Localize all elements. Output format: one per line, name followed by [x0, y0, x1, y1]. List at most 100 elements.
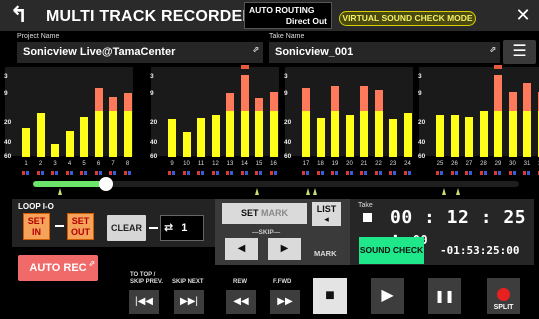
ffwd-label: F.FWD	[273, 279, 292, 285]
loop-io-label: LOOP I-O	[18, 202, 54, 211]
meter-bar-low	[22, 128, 30, 157]
mark-skip-prev-button[interactable]: ◀	[225, 238, 258, 260]
close-icon[interactable]: ✕	[510, 3, 536, 27]
meter-bar-high	[494, 74, 502, 111]
meter-channel: 27	[465, 65, 473, 177]
channel-status-dot	[306, 171, 309, 175]
meter-channel: 11	[197, 65, 205, 177]
take-name-field[interactable]: Sonicview_001 ⬀	[269, 42, 500, 63]
channel-status-dot	[259, 171, 262, 175]
channel-number: 25	[436, 161, 444, 167]
meter-bar-low	[240, 110, 249, 157]
channel-status-dot	[345, 171, 349, 175]
rew-button[interactable]: ◀◀	[226, 290, 256, 314]
channel-number: 27	[465, 161, 473, 167]
play-button[interactable]: ▶	[371, 278, 404, 314]
rew-label: REW	[233, 279, 247, 285]
meter-scale-label: 60	[150, 152, 158, 160]
channel-number: 12	[212, 161, 219, 167]
meter-bar-high	[523, 83, 531, 111]
meter-scale-label: 60	[284, 152, 292, 160]
pause-button[interactable]: ❚❚	[428, 278, 461, 314]
stop-button[interactable]: ■	[313, 278, 347, 314]
mark-label: MARK	[314, 249, 337, 258]
channel-number: 29	[494, 161, 502, 167]
channel-status-dot	[98, 171, 102, 175]
list-label: LIST	[316, 204, 337, 214]
channel-status-dot	[483, 171, 487, 175]
split-button[interactable]: SPLIT	[487, 278, 520, 314]
meter-scale-label: 3	[284, 73, 288, 80]
list-arrow-icon: ◂	[324, 214, 329, 224]
meter-scale-label: 3	[418, 73, 422, 80]
auto-routing-box[interactable]: AUTO ROUTING Direct Out	[244, 2, 332, 29]
meter-bar-low	[65, 130, 74, 157]
channel-status-dot	[22, 171, 25, 175]
meter-bar-high	[226, 93, 234, 111]
channel-number: 21	[360, 161, 368, 167]
set-out-button[interactable]: SET OUT	[67, 213, 94, 240]
channel-number: 26	[451, 161, 458, 167]
set-mark-label: SET	[240, 208, 259, 218]
sound-check-button[interactable]: SOUND CHECK	[359, 237, 424, 264]
meter-bar-low	[197, 118, 205, 157]
clear-button[interactable]: CLEAR	[107, 215, 146, 241]
meter-channel: 6	[94, 65, 103, 177]
to-top-button[interactable]: |◀◀	[129, 290, 159, 314]
pause-icon: ❚❚	[434, 289, 455, 303]
header-bar: ↰ MULTI TRACK RECORDER AUTO ROUTING Dire…	[0, 0, 539, 31]
channel-status-dot	[127, 171, 131, 175]
channel-status-dot	[197, 171, 200, 175]
meter-bar-low	[389, 119, 397, 157]
meter-channel: 2	[36, 65, 45, 177]
auto-rec-button[interactable]: AUTO REC ⬀	[18, 255, 98, 281]
repeat-button[interactable]: ⇄ 1	[160, 215, 204, 241]
meter-bar-low	[331, 110, 339, 157]
back-arrow-icon[interactable]: ↰	[6, 2, 32, 28]
meter-channel: 30	[508, 65, 517, 177]
channel-status-dot	[527, 171, 530, 175]
channel-number: 24	[404, 161, 411, 167]
stop-icon: ■	[325, 287, 335, 304]
meter-bar-low	[316, 118, 325, 157]
meter-channel: 12	[211, 65, 220, 177]
channel-number: 28	[480, 161, 487, 167]
meter-bar-high	[94, 88, 103, 111]
mark-list-button[interactable]: LIST ◂	[312, 202, 341, 226]
channel-status-dot	[498, 171, 501, 175]
skip-text: SKIP	[258, 229, 274, 236]
mark-marker	[312, 188, 317, 195]
channel-status-dot	[302, 171, 305, 175]
prev-triangle-icon: ◀	[237, 243, 246, 254]
channel-number: 15	[255, 161, 263, 167]
meter-bar-low	[51, 143, 59, 157]
meter-bar-high	[360, 86, 368, 111]
mark-skip-next-button[interactable]: ▶	[268, 238, 301, 260]
channel-status-dot	[454, 171, 458, 175]
level-meters: 3 9 20 40 60 1 2 3 4 5 6 7 8 3 9 20 40 60 9 10 11 12 13 14 15 16 3…	[0, 65, 539, 175]
position-knob[interactable]	[98, 177, 113, 191]
take-name-value: Sonicview_001	[275, 46, 354, 58]
app-title: MULTI TRACK RECORDER	[46, 8, 255, 25]
menu-icon[interactable]: ☰	[503, 40, 536, 64]
ffwd-button[interactable]: ▶▶	[270, 290, 300, 314]
skip-next-icon: ▶▶|	[180, 296, 198, 307]
meter-scale-label: 9	[418, 89, 422, 97]
meter-bar-low	[123, 110, 132, 157]
project-name-field[interactable]: Sonicview Live@TamaCenter ⬀	[17, 42, 263, 63]
external-link-icon: ⬀	[489, 45, 496, 54]
channel-number: 6	[96, 161, 101, 167]
set-in-button[interactable]: SET IN	[23, 213, 50, 240]
channel-status-dot	[51, 171, 54, 175]
channel-status-dot	[26, 171, 29, 175]
meter-channel: 22	[374, 65, 383, 177]
channel-number: 18	[317, 161, 324, 167]
skip-next-button[interactable]: ▶▶|	[174, 290, 204, 314]
channel-status-dot	[349, 171, 353, 175]
meter-channel: 21	[360, 65, 368, 177]
set-mark-button[interactable]: SET MARK	[222, 203, 307, 224]
channel-number: 3	[53, 161, 57, 167]
channel-status-dot	[269, 171, 273, 175]
position-fill	[33, 181, 106, 187]
meter-channel: 16	[269, 65, 278, 177]
